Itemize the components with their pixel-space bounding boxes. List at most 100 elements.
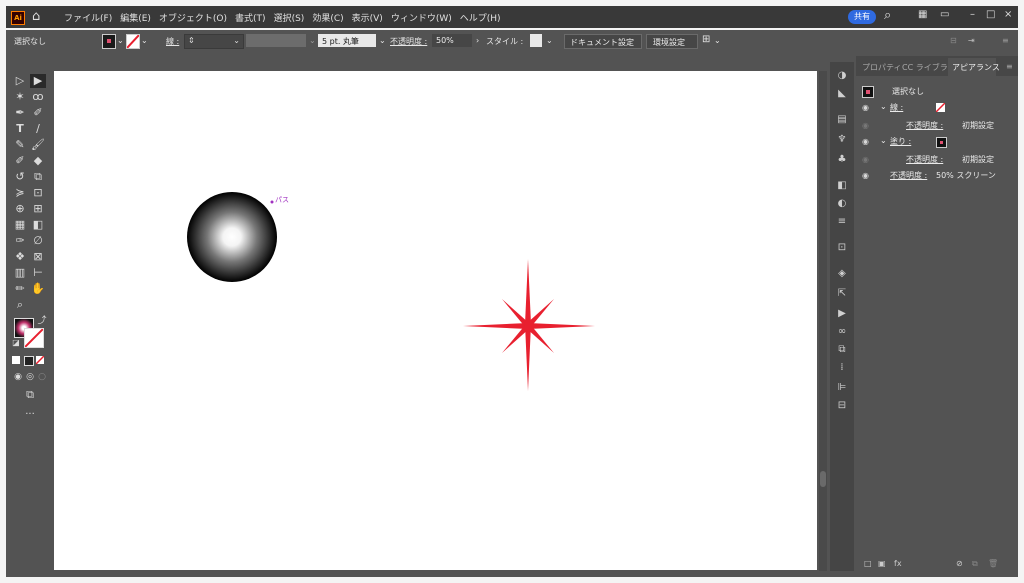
links-icon[interactable]: ∞: [836, 326, 848, 338]
transform-panel-icon[interactable]: ⧉: [836, 344, 848, 356]
menu-help[interactable]: ヘルプ(H): [460, 11, 501, 24]
add-stroke-icon[interactable]: □: [864, 559, 872, 568]
opacity-input[interactable]: 50%: [432, 34, 472, 47]
learn-icon[interactable]: ◑: [836, 70, 848, 82]
width-tool-icon[interactable]: ≽: [12, 186, 28, 200]
direct-selection-tool-icon[interactable]: ▷: [12, 74, 28, 88]
appearance-row-object-opacity[interactable]: ◉ 不透明度 : 50% スクリーン: [856, 168, 1018, 184]
tab-properties[interactable]: プロパティ: [862, 62, 902, 73]
gradient-circle[interactable]: [187, 192, 277, 282]
scale-tool-icon[interactable]: ⧉: [30, 170, 46, 184]
arrange-dropdown-icon[interactable]: ⌄: [714, 36, 721, 45]
default-colors-icon[interactable]: ◪: [8, 336, 24, 350]
menu-edit[interactable]: 編集(E): [120, 11, 151, 24]
stroke-opacity-label[interactable]: 不透明度 :: [906, 120, 943, 131]
pathfinder-icon[interactable]: ⊟: [836, 400, 848, 412]
home-icon[interactable]: ⌂: [32, 9, 40, 24]
panel-options-icon[interactable]: ≡: [1006, 62, 1013, 71]
search-icon[interactable]: ⌕: [884, 8, 891, 23]
add-fill-icon[interactable]: ▣: [878, 559, 886, 568]
type-tool-icon[interactable]: T: [12, 122, 28, 136]
comments-icon[interactable]: ◣: [836, 88, 848, 100]
lasso-tool-icon[interactable]: ꝏ: [30, 90, 46, 104]
add-effect-icon[interactable]: fx: [894, 559, 902, 568]
visibility-eye-icon[interactable]: ◉: [862, 121, 869, 130]
duplicate-item-icon[interactable]: ⧉: [972, 559, 978, 569]
slice-tool-icon[interactable]: ⊢: [30, 266, 46, 280]
brushes-icon[interactable]: ♆: [836, 134, 848, 146]
actions-icon[interactable]: ▶: [836, 308, 848, 320]
draw-inside-icon[interactable]: ○: [34, 370, 50, 384]
export-icon[interactable]: ⇱: [836, 288, 848, 300]
artboards-icon[interactable]: ⊡: [836, 242, 848, 254]
panel-menu-icon[interactable]: ≡: [1002, 36, 1009, 45]
eraser-tool-icon[interactable]: ◆: [30, 154, 46, 168]
menu-window[interactable]: ウィンドウ(W): [391, 11, 452, 24]
arrange-icon[interactable]: ▭: [940, 9, 949, 20]
pen-tool-icon[interactable]: ✒: [12, 106, 28, 120]
appearance-row-fill[interactable]: ◉ ⌄ 塗り :: [856, 134, 1018, 150]
style-swatch[interactable]: [530, 34, 542, 47]
visibility-eye-icon[interactable]: ◉: [862, 103, 869, 112]
rotate-tool-icon[interactable]: ↺: [12, 170, 28, 184]
artboard-canvas[interactable]: パス: [54, 71, 817, 570]
document-setup-button[interactable]: ドキュメント設定: [564, 34, 642, 49]
stroke-row-swatch[interactable]: [935, 102, 946, 113]
menu-select[interactable]: 選択(S): [274, 11, 305, 24]
sparkle-star[interactable]: [463, 259, 595, 391]
menu-file[interactable]: ファイル(F): [64, 11, 112, 24]
appearance-row-stroke-opacity[interactable]: ◉ 不透明度 : 初期設定: [856, 118, 1018, 134]
free-transform-tool-icon[interactable]: ⊡: [30, 186, 46, 200]
gradient-mode-icon[interactable]: [24, 356, 34, 366]
share-button[interactable]: 共有: [848, 10, 876, 24]
clear-appearance-icon[interactable]: ⊘: [956, 559, 963, 568]
brush-definition-select[interactable]: 5 pt. 丸筆: [318, 34, 376, 47]
visibility-eye-icon[interactable]: ◉: [862, 171, 869, 180]
tab-appearance[interactable]: アピアランス: [952, 62, 1000, 73]
scroll-thumb[interactable]: [820, 471, 826, 487]
fill-row-swatch[interactable]: [936, 137, 947, 148]
perspective-grid-tool-icon[interactable]: ⊞: [30, 202, 46, 216]
variables-icon[interactable]: ⁞: [836, 362, 848, 374]
menu-object[interactable]: オブジェクト(O): [159, 11, 227, 24]
align-panel-icon[interactable]: ⊫: [836, 382, 848, 394]
opacity-arrow-icon[interactable]: ›: [476, 36, 479, 45]
appearance-row-fill-opacity[interactable]: ◉ 不透明度 : 初期設定: [856, 152, 1018, 168]
stroke-dropdown-icon[interactable]: ⌄: [141, 36, 148, 45]
selection-tool-icon[interactable]: ▶: [30, 74, 46, 88]
fill-row-label[interactable]: 塗り :: [890, 136, 911, 147]
object-opacity-label[interactable]: 不透明度 :: [890, 170, 927, 181]
blob-brush-tool-icon[interactable]: ✐: [12, 154, 28, 168]
fill-swatch[interactable]: [102, 34, 116, 49]
stroke-swatch[interactable]: [126, 34, 140, 49]
color-mode-icon[interactable]: [12, 356, 20, 364]
hand-tool-icon[interactable]: ✋: [30, 282, 46, 296]
menu-effect[interactable]: 効果(C): [312, 11, 343, 24]
layers-icon[interactable]: ◈: [836, 268, 848, 280]
transform-icon[interactable]: ⇥: [968, 36, 975, 45]
vertical-scrollbar[interactable]: [819, 71, 827, 571]
stroke-color-swatch[interactable]: [24, 328, 44, 348]
magic-wand-tool-icon[interactable]: ✶: [12, 90, 28, 104]
brush-dropdown-icon[interactable]: ⌄: [379, 36, 386, 45]
profile-dropdown-icon[interactable]: ⌄: [309, 36, 316, 45]
visibility-eye-icon[interactable]: ◉: [862, 137, 869, 146]
arrange-documents-icon[interactable]: ⊞: [702, 34, 710, 45]
disclosure-icon[interactable]: ⌄: [880, 136, 887, 145]
paintbrush-tool-icon[interactable]: 🖌: [30, 138, 46, 152]
blend-tool-icon[interactable]: ∅: [30, 234, 46, 248]
fill-dropdown-icon[interactable]: ⌄: [117, 36, 124, 45]
line-tool-icon[interactable]: ∕: [30, 122, 46, 136]
align-icon[interactable]: ⊟: [950, 36, 957, 45]
style-dropdown-icon[interactable]: ⌄: [546, 36, 553, 45]
shaper-tool-icon[interactable]: ✎: [12, 138, 28, 152]
stroke-panel-icon[interactable]: ≡: [836, 216, 848, 228]
visibility-eye-icon[interactable]: ◉: [862, 155, 869, 164]
menu-type[interactable]: 書式(T): [235, 11, 266, 24]
mesh-tool-icon[interactable]: ▦: [12, 218, 28, 232]
color-guide-icon[interactable]: ▤: [836, 114, 848, 126]
symbol-sprayer-tool-icon[interactable]: ❖: [12, 250, 28, 264]
fill-opacity-label[interactable]: 不透明度 :: [906, 154, 943, 165]
none-mode-icon[interactable]: [35, 355, 45, 365]
pencil-tool-icon[interactable]: ✏: [12, 282, 28, 296]
